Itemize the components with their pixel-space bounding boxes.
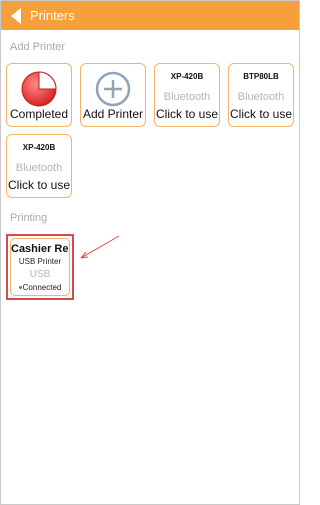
printer-model: BTP80LB [243, 72, 279, 81]
printer-tile-btp80lb[interactable]: BTP80LB Bluetooth Click to use [228, 63, 294, 127]
printing-section-label: Printing [10, 212, 48, 224]
pie-chart-icon [21, 71, 57, 107]
app-frame: Printers Add Printer Completed Add Print… [0, 0, 300, 505]
click-to-use-label: Click to use [7, 178, 71, 192]
completed-tile[interactable]: Completed [6, 63, 72, 127]
printer-tile-xp420b-2[interactable]: XP-420B Bluetooth Click to use [6, 134, 72, 198]
printer-tile-xp420b[interactable]: XP-420B Bluetooth Click to use [154, 63, 220, 127]
add-printer-label: Add Printer [82, 107, 144, 121]
click-to-use-label: Click to use [155, 107, 219, 121]
page-title: Printers [30, 8, 75, 23]
add-printer-tile[interactable]: Add Printer [80, 63, 146, 127]
printer-connection: USB [29, 269, 51, 280]
app-header: Printers [1, 1, 299, 30]
add-printer-section-label: Add Printer [10, 41, 66, 53]
completed-label: Completed [9, 107, 69, 121]
printer-connection: Bluetooth [15, 162, 63, 174]
back-arrow-icon[interactable] [11, 7, 21, 24]
printing-printer-tile[interactable]: Cashier Re... USB Printer USB Connected [6, 234, 74, 300]
printer-type: USB Printer [18, 257, 62, 266]
printer-model: XP-420B [22, 143, 56, 152]
plus-circle-icon [95, 71, 131, 107]
printer-connection: Bluetooth [163, 91, 211, 103]
status-dot-icon [18, 286, 22, 290]
printer-name: Cashier Re... [11, 243, 69, 255]
status-badge: Connected [11, 283, 69, 292]
click-to-use-label: Click to use [229, 107, 293, 121]
printing-printer-card: Cashier Re... USB Printer USB Connected [10, 238, 70, 296]
status-text: Connected [22, 283, 62, 292]
printer-connection: Bluetooth [237, 91, 285, 103]
printer-model: XP-420B [170, 72, 204, 81]
annotation-arrow-icon [80, 235, 120, 259]
